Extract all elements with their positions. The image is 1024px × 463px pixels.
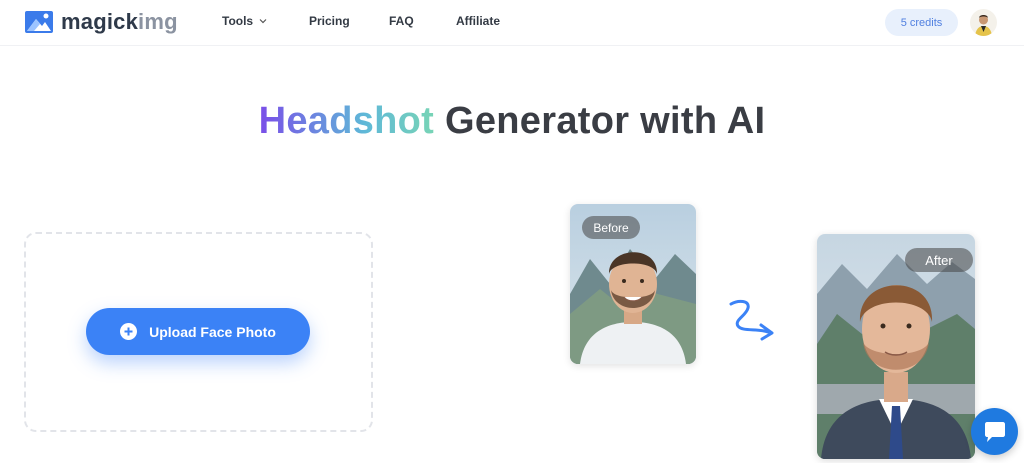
logo-wordmark: magickimg [61, 9, 178, 34]
after-label: After [905, 248, 973, 272]
plus-circle-icon [120, 323, 138, 340]
title-rest: Generator with AI [434, 100, 766, 142]
nav-pricing[interactable]: Pricing [309, 14, 350, 28]
nav-affiliate[interactable]: Affiliate [456, 14, 500, 28]
avatar[interactable] [970, 9, 997, 36]
before-example-image: Before [570, 204, 696, 364]
squiggle-arrow-icon [729, 299, 774, 341]
title-highlight: Headshot [258, 100, 435, 142]
nav-faq[interactable]: FAQ [389, 14, 414, 28]
nav-tools-label: Tools [222, 14, 254, 28]
upload-button-label: Upload Face Photo [149, 323, 276, 340]
top-navbar: magickimg Tools Pricing FAQ Affiliate 5 … [0, 0, 1024, 46]
credits-badge[interactable]: 5 credits [885, 9, 958, 36]
logo[interactable]: magickimg [24, 10, 178, 34]
user-avatar-icon [970, 9, 997, 36]
upload-face-photo-button[interactable]: Upload Face Photo [86, 308, 310, 355]
nav-tools[interactable]: Tools [222, 14, 267, 28]
mountain-photo-icon [25, 11, 53, 33]
page-title: Headshot Generator with AI [0, 100, 1024, 143]
chat-bubble-icon [984, 421, 1005, 442]
after-example-image: After [817, 234, 975, 459]
before-label: Before [582, 216, 640, 239]
chevron-down-icon [259, 19, 267, 24]
chat-button[interactable] [971, 408, 1018, 455]
